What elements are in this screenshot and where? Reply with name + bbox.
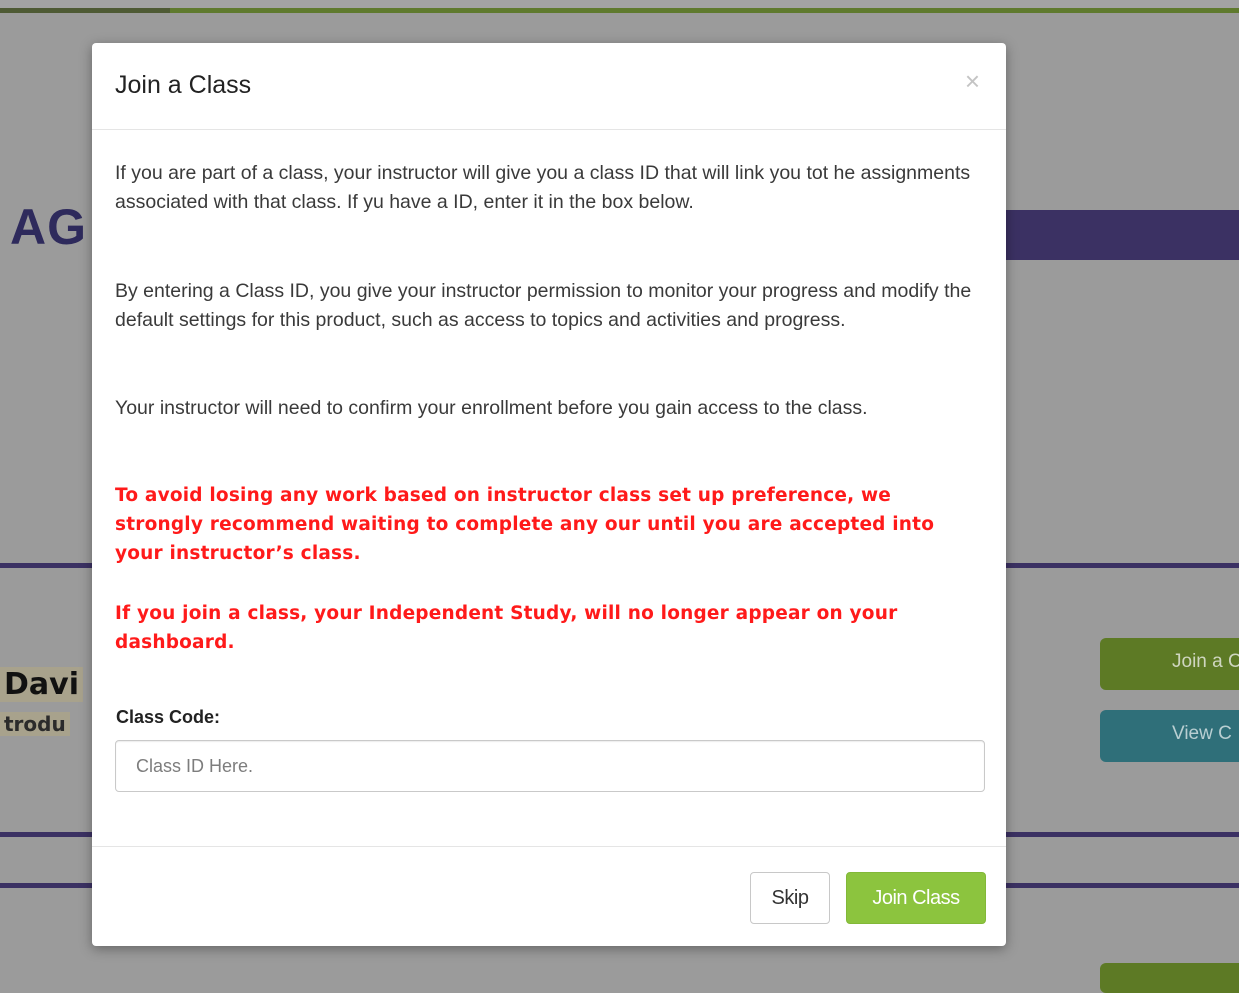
background-course-name: trodu (0, 712, 70, 736)
modal-header: Join a Class × (92, 43, 1006, 130)
page-top-bar-left (0, 8, 170, 13)
join-class-modal: Join a Class × If you are part of a clas… (92, 43, 1006, 946)
class-code-input[interactable] (115, 740, 985, 792)
confirmation-paragraph: Your instructor will need to confirm you… (115, 397, 868, 419)
join-class-button[interactable]: Join Class (846, 872, 986, 924)
background-banner (1005, 210, 1239, 260)
page-top-bar (0, 8, 1239, 13)
page-top-strip (0, 0, 1239, 8)
background-student-name: Davi (0, 667, 83, 702)
skip-button[interactable]: Skip (750, 872, 830, 924)
background-join-class-button: Join a C (1100, 638, 1239, 690)
background-logo-fragment: AG (10, 199, 87, 255)
permission-paragraph: By entering a Class ID, you give your in… (115, 280, 972, 331)
work-loss-warning: To avoid losing any work based on instru… (115, 485, 935, 564)
class-code-label: Class Code: (116, 707, 221, 727)
intro-paragraph: If you are part of a class, your instruc… (115, 162, 971, 213)
modal-title: Join a Class (115, 71, 252, 99)
background-view-class-button: View C (1100, 710, 1239, 762)
modal-footer: Skip Join Class (92, 846, 1006, 947)
independent-study-warning: If you join a class, your Independent St… (115, 603, 898, 653)
background-bottom-button (1100, 963, 1239, 993)
close-icon[interactable]: × (965, 68, 980, 94)
